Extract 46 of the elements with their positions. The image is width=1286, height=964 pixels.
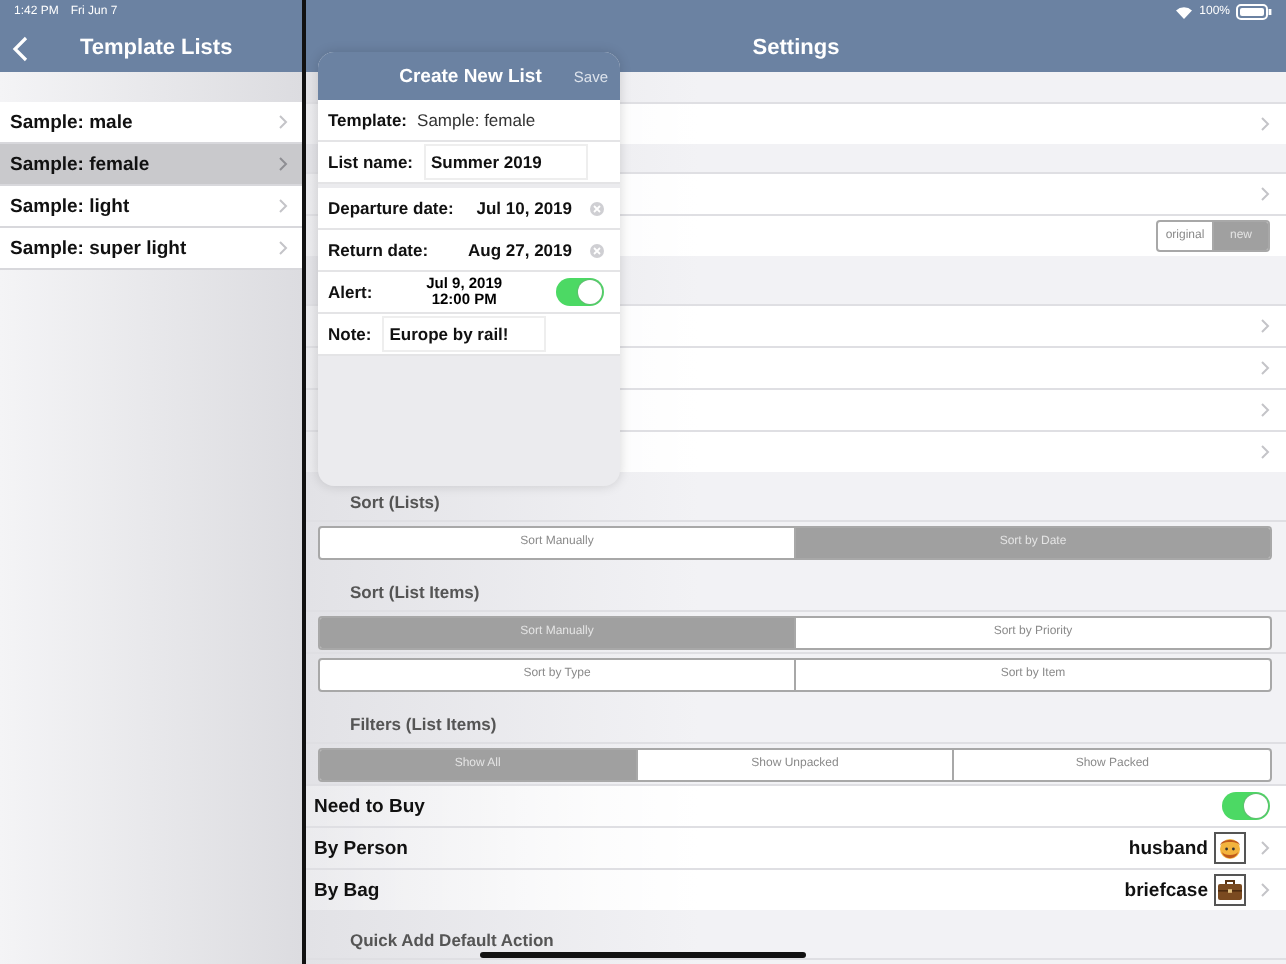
chevron-icon (1260, 360, 1270, 376)
battery-icon (1236, 4, 1272, 20)
chevron-icon (278, 156, 288, 172)
list-item[interactable]: Sample: super light (0, 228, 302, 270)
chevron-icon (1260, 186, 1270, 202)
chevron-icon (278, 114, 288, 130)
field-label: Alert: (328, 282, 373, 302)
chevron-icon (1260, 318, 1270, 334)
wifi-icon (1173, 4, 1194, 20)
input-field[interactable]: Summer 2019 (423, 144, 588, 180)
chevron-icon (1260, 882, 1270, 898)
chevron-icon (278, 198, 288, 214)
clear-icon[interactable] (590, 201, 604, 215)
briefcase-icon (1214, 874, 1246, 906)
popover-title: Create New List (399, 65, 542, 87)
list-item[interactable]: Sample: female (0, 144, 302, 186)
field-label: Template: (328, 110, 408, 130)
field-value: Sample: female (417, 110, 536, 130)
section-header: Quick Add Default Action (350, 930, 554, 950)
list-item[interactable]: Sample: male (0, 102, 302, 144)
toggle-switch[interactable] (556, 278, 604, 306)
section-header: Filters (List Items) (350, 714, 497, 734)
settings-row: Need to Buy (306, 784, 1286, 826)
field-label: List name: (328, 152, 414, 172)
toggle-switch[interactable] (1222, 792, 1270, 820)
input-field[interactable]: Europe by rail! (381, 316, 546, 352)
chevron-icon (1260, 444, 1270, 460)
man-face-icon (1214, 832, 1246, 864)
settings-row[interactable]: By Bag briefcase (306, 868, 1286, 910)
chevron-icon (1260, 840, 1270, 856)
list-item[interactable]: Sample: light (0, 186, 302, 228)
back-icon[interactable] (12, 35, 28, 61)
field-label: Return date: (328, 240, 429, 260)
chevron-icon (1260, 116, 1270, 132)
field-label: Departure date: (328, 198, 454, 218)
nav-title: Settings (752, 36, 840, 60)
date-value[interactable]: Aug 27, 2019 (438, 240, 572, 260)
section-header: Sort (Lists) (350, 492, 440, 512)
chevron-icon (278, 240, 288, 256)
clear-icon[interactable] (590, 243, 604, 257)
field-label: Note: (328, 324, 372, 344)
nav-title: Template Lists (80, 36, 233, 60)
section-header: Sort (List Items) (350, 582, 480, 602)
chevron-icon (1260, 402, 1270, 418)
settings-row[interactable]: By Person husband (306, 826, 1286, 868)
date-value[interactable]: Jul 10, 2019 (463, 198, 572, 218)
